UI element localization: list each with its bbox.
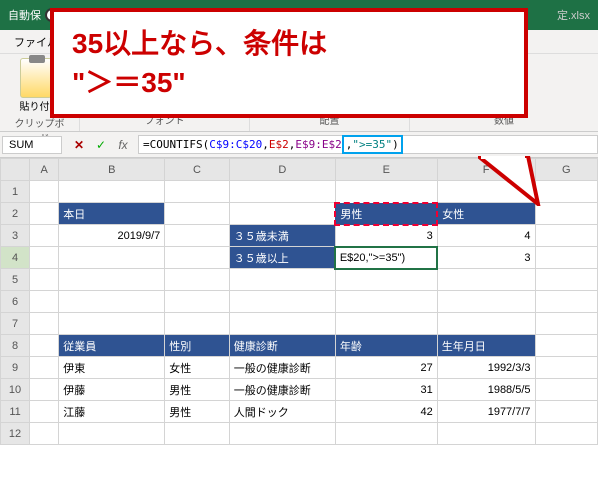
cell[interactable]: 人間ドック — [229, 401, 335, 423]
filename: 定.xlsx — [557, 7, 590, 23]
row-header[interactable]: 7 — [1, 313, 30, 335]
cell[interactable]: 3 — [437, 247, 535, 269]
cell[interactable]: 一般の健康診断 — [229, 379, 335, 401]
cell[interactable]: 一般の健康診断 — [229, 357, 335, 379]
formula-highlight: ,">=35") — [342, 135, 403, 154]
cell[interactable]: 男性 — [165, 401, 229, 423]
cell[interactable]: 江藤 — [59, 401, 165, 423]
cell[interactable]: ３５歳以上 — [229, 247, 335, 269]
cell[interactable]: 伊東 — [59, 357, 165, 379]
cell[interactable]: ３５歳未満 — [229, 225, 335, 247]
cell[interactable]: 27 — [335, 357, 437, 379]
fx-icon[interactable]: fx — [114, 136, 132, 154]
enter-icon[interactable]: ✓ — [92, 136, 110, 154]
cell[interactable]: 男性 — [335, 203, 437, 225]
select-all[interactable] — [1, 159, 30, 181]
row-header[interactable]: 10 — [1, 379, 30, 401]
cell[interactable]: 31 — [335, 379, 437, 401]
col-header-A[interactable]: A — [30, 159, 59, 181]
col-header-C[interactable]: C — [165, 159, 229, 181]
col-header-D[interactable]: D — [229, 159, 335, 181]
cancel-icon[interactable]: ✕ — [70, 136, 88, 154]
row-header[interactable]: 4 — [1, 247, 30, 269]
cell[interactable]: 1977/7/7 — [437, 401, 535, 423]
row-header[interactable]: 6 — [1, 291, 30, 313]
autosave-label: 自動保 — [8, 7, 41, 23]
clipboard-icon — [20, 58, 52, 98]
cell-active[interactable]: E$20,">=35") — [335, 247, 437, 269]
cell[interactable]: 男性 — [165, 379, 229, 401]
cell[interactable]: 2019/9/7 — [59, 225, 165, 247]
row-header[interactable]: 1 — [1, 181, 30, 203]
callout-line1: 35以上なら、条件は — [72, 24, 506, 63]
row-header[interactable]: 11 — [1, 401, 30, 423]
formula-input[interactable]: =COUNTIFS(C$9:C$20,E$2,E$9:E$2,">=35") — [138, 135, 598, 154]
formula-bar: SUM ✕ ✓ fx =COUNTIFS(C$9:C$20,E$2,E$9:E$… — [0, 132, 598, 158]
cell[interactable]: 女性 — [165, 357, 229, 379]
cell[interactable]: 生年月日 — [437, 335, 535, 357]
cell[interactable]: 従業員 — [59, 335, 165, 357]
cell[interactable]: 本日 — [59, 203, 165, 225]
cell[interactable]: 健康診断 — [229, 335, 335, 357]
callout-box: 35以上なら、条件は "＞＝35" — [50, 8, 528, 118]
col-header-B[interactable]: B — [59, 159, 165, 181]
row-header[interactable]: 2 — [1, 203, 30, 225]
callout: 35以上なら、条件は "＞＝35" — [50, 8, 528, 118]
row-header[interactable]: 5 — [1, 269, 30, 291]
cell[interactable]: 42 — [335, 401, 437, 423]
cell[interactable]: 4 — [437, 225, 535, 247]
cell[interactable]: 性別 — [165, 335, 229, 357]
formula-buttons: ✕ ✓ fx — [64, 136, 138, 154]
col-header-E[interactable]: E — [335, 159, 437, 181]
cell[interactable]: 1992/3/3 — [437, 357, 535, 379]
cell[interactable]: 1988/5/5 — [437, 379, 535, 401]
name-box[interactable]: SUM — [2, 136, 62, 154]
row-header[interactable]: 9 — [1, 357, 30, 379]
cell[interactable]: 3 — [335, 225, 437, 247]
row-header[interactable]: 3 — [1, 225, 30, 247]
row-header[interactable]: 12 — [1, 423, 30, 445]
callout-line2: "＞＝35" — [72, 63, 506, 102]
row-header[interactable]: 8 — [1, 335, 30, 357]
cell[interactable]: 伊藤 — [59, 379, 165, 401]
cell[interactable]: 年齢 — [335, 335, 437, 357]
